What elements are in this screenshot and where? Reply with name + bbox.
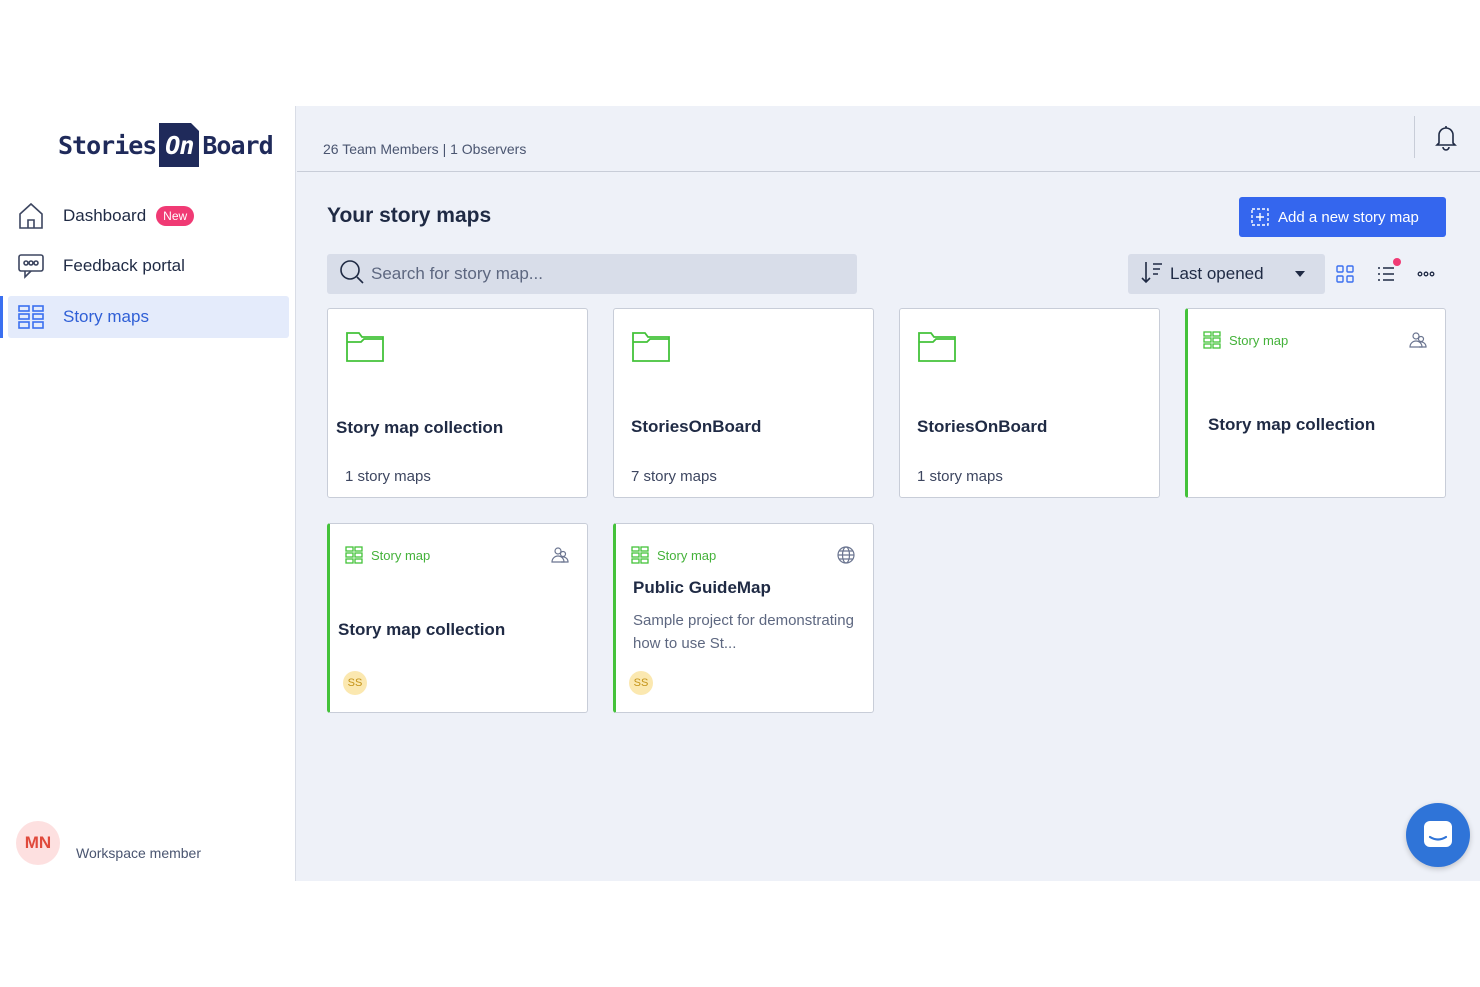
more-icon [1417,271,1435,277]
list-view-button[interactable] [1373,258,1401,287]
avatar: SS [343,671,367,695]
avatar: SS [629,671,653,695]
sidebar-item-story-maps[interactable]: Story maps [0,296,289,338]
avatar[interactable]: MN [16,821,60,865]
folder-icon [918,332,956,362]
app-logo[interactable]: Stories On Board [58,122,274,168]
card-title: Public GuideMap [633,578,771,597]
team-icon [551,547,569,563]
story-map-card[interactable]: Story map Public GuideMap Sample project… [613,523,874,713]
story-maps-icon [16,302,46,332]
sidebar-item-label: Story maps [63,307,149,326]
card-title: Story map collection [1208,415,1376,434]
more-options-button[interactable] [1413,261,1439,287]
grid-view-button[interactable] [1332,261,1358,287]
sort-label: Last opened [1170,264,1264,283]
story-map-icon [345,546,363,564]
story-map-tag-label: Story map [1229,332,1289,348]
folder-card[interactable]: Story map collection 1 story maps [327,308,588,498]
sidebar-item-label: Feedback portal [63,256,185,275]
story-map-icon [631,546,649,564]
add-story-map-button[interactable]: Add a new story map [1239,197,1446,237]
card-count: 7 story maps [631,468,717,485]
logo-text-stories: Stories [58,130,157,160]
search-icon [339,259,365,290]
card-title: Story map collection [336,418,504,437]
folder-icon [632,332,670,362]
team-icon [1409,332,1427,348]
logo-text-on: On [159,123,200,167]
globe-icon [837,546,855,564]
sidebar-item-dashboard[interactable]: Dashboard New [8,195,289,237]
search-bar[interactable] [327,254,857,294]
notification-dot [1393,258,1401,266]
sidebar-item-label: Dashboard [63,206,147,225]
story-map-tag: Story map [1203,331,1288,349]
card-title: StoriesOnBoard [631,417,762,436]
chevron-down-icon [1295,271,1305,277]
feedback-icon [16,251,46,281]
card-title: Story map collection [338,620,506,639]
chat-button[interactable] [1406,803,1470,867]
grid-icon [1336,265,1354,283]
search-input[interactable] [371,264,841,284]
chat-icon [1424,821,1452,847]
story-map-tag: Story map [345,546,430,564]
card-count: 1 story maps [917,468,1003,485]
header-divider [1414,116,1415,158]
card-count: 1 story maps [345,468,431,485]
story-map-tag-label: Story map [371,547,431,563]
folder-icon [346,332,384,362]
sidebar: Stories On Board Dashboard New Feedback … [0,106,296,881]
sort-icon [1140,260,1164,289]
story-map-card[interactable]: Story map Story map collection [1185,308,1446,498]
page-title: Your story maps [327,204,492,227]
sort-dropdown[interactable]: Last opened [1128,254,1325,294]
top-bar: 26 Team Members | 1 Observers [297,106,1480,172]
folder-card[interactable]: StoriesOnBoard 7 story maps [613,308,874,498]
story-map-icon [1203,331,1221,349]
card-title: StoriesOnBoard [917,417,1048,436]
card-description: Sample project for demonstrating how to … [633,612,854,652]
sidebar-item-feedback-portal[interactable]: Feedback portal [8,245,289,287]
story-map-tag: Story map [631,546,716,564]
add-button-label: Add a new story map [1278,208,1419,226]
workspace-member[interactable]: MN Workspace member [16,821,201,865]
app-window: Stories On Board Dashboard New Feedback … [0,106,1480,881]
story-map-tag-label: Story map [657,547,717,563]
member-role: Workspace member [76,845,202,861]
story-map-card[interactable]: Story map Story map collection SS [327,523,588,713]
folder-card[interactable]: StoriesOnBoard 1 story maps [899,308,1160,498]
logo-text-board: Board [202,130,273,160]
bell-icon[interactable] [1433,123,1459,151]
home-icon [16,201,46,231]
list-icon [1378,267,1394,281]
new-badge: New [156,206,195,226]
add-icon [1251,208,1269,226]
team-info: 26 Team Members | 1 Observers [323,141,527,157]
